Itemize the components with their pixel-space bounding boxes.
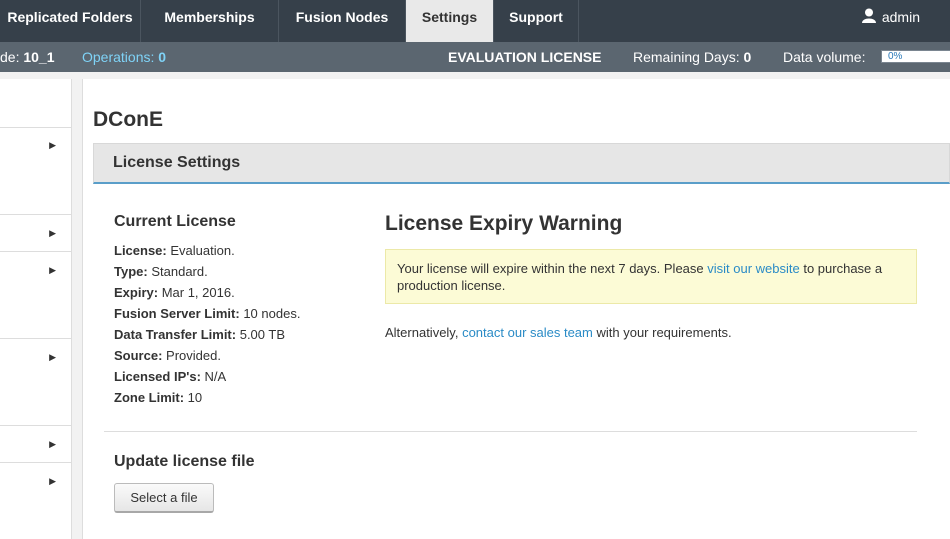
operations-info[interactable]: Operations: 0 bbox=[82, 42, 166, 72]
license-settings-header: License Settings bbox=[93, 143, 950, 184]
data-volume-percent: 0% bbox=[888, 51, 903, 62]
sidebar-item[interactable]: ▶ bbox=[0, 252, 71, 339]
license-row: Source: Provided. bbox=[114, 348, 221, 363]
expand-arrow-icon: ▶ bbox=[49, 476, 56, 486]
sidebar-item[interactable]: ▶ bbox=[0, 215, 71, 252]
license-row: Data Transfer Limit: 5.00 TB bbox=[114, 327, 286, 342]
remaining-label: Remaining Days: bbox=[633, 49, 740, 65]
sidebar-item[interactable]: ▶ bbox=[0, 463, 71, 539]
license-row: Type: Standard. bbox=[114, 264, 208, 279]
license-row: License: Evaluation. bbox=[114, 243, 235, 258]
license-row: Fusion Server Limit: 10 nodes. bbox=[114, 306, 301, 321]
expand-arrow-icon: ▶ bbox=[49, 228, 56, 238]
left-sidebar: ▶ ▶ ▶ ▶ ▶ ▶ bbox=[0, 79, 72, 539]
page-title: DConE bbox=[93, 108, 163, 131]
expand-arrow-icon: ▶ bbox=[49, 265, 56, 275]
alternative-contact-text: Alternatively, contact our sales team wi… bbox=[385, 325, 732, 340]
user-name: admin bbox=[881, 9, 920, 25]
tab-fusion-nodes[interactable]: Fusion Nodes bbox=[279, 0, 406, 42]
remaining-value: 0 bbox=[743, 49, 752, 65]
sidebar-item[interactable] bbox=[0, 79, 71, 128]
tab-memberships[interactable]: Memberships bbox=[141, 0, 279, 42]
status-bar: de: 10_1 Operations: 0 EVALUATION LICENS… bbox=[0, 42, 950, 72]
license-row: Zone Limit: 10 bbox=[114, 390, 203, 405]
tab-replicated-folders[interactable]: Replicated Folders bbox=[0, 0, 141, 42]
remaining-days: Remaining Days: 0 bbox=[633, 42, 751, 72]
node-label: de: bbox=[0, 49, 20, 65]
node-value: 10_1 bbox=[23, 49, 55, 65]
license-expiry-warning-title: License Expiry Warning bbox=[385, 212, 623, 235]
user-menu[interactable]: admin bbox=[861, 0, 920, 42]
sidebar-item[interactable]: ▶ bbox=[0, 128, 71, 215]
divider bbox=[104, 431, 917, 432]
visit-website-link[interactable]: visit our website bbox=[707, 261, 799, 276]
contact-sales-link[interactable]: contact our sales team bbox=[462, 325, 593, 340]
license-row: Expiry: Mar 1, 2016. bbox=[114, 285, 235, 300]
expand-arrow-icon: ▶ bbox=[49, 352, 56, 362]
sidebar-item[interactable]: ▶ bbox=[0, 339, 71, 426]
node-info: de: 10_1 bbox=[0, 42, 55, 72]
sidebar-item[interactable]: ▶ bbox=[0, 426, 71, 463]
top-navbar: Replicated Folders Memberships Fusion No… bbox=[0, 0, 950, 42]
user-icon bbox=[861, 1, 876, 36]
license-row: Licensed IP's: N/A bbox=[114, 369, 227, 384]
license-status: EVALUATION LICENSE bbox=[448, 49, 602, 65]
update-license-heading: Update license file bbox=[114, 453, 255, 470]
expand-arrow-icon: ▶ bbox=[49, 439, 56, 449]
data-volume-progress: 0% bbox=[881, 50, 950, 63]
select-file-button[interactable]: Select a file bbox=[114, 483, 214, 513]
tab-support[interactable]: Support bbox=[494, 0, 579, 42]
expiry-alert-box: Your license will expire within the next… bbox=[385, 249, 917, 304]
operations-label: Operations: bbox=[82, 49, 155, 65]
panel-title: License Settings bbox=[113, 154, 241, 171]
operations-value: 0 bbox=[158, 49, 167, 65]
expand-arrow-icon: ▶ bbox=[49, 140, 56, 150]
tab-settings[interactable]: Settings bbox=[406, 0, 494, 42]
current-license-heading: Current License bbox=[114, 213, 236, 230]
data-volume-label: Data volume: bbox=[783, 49, 866, 65]
